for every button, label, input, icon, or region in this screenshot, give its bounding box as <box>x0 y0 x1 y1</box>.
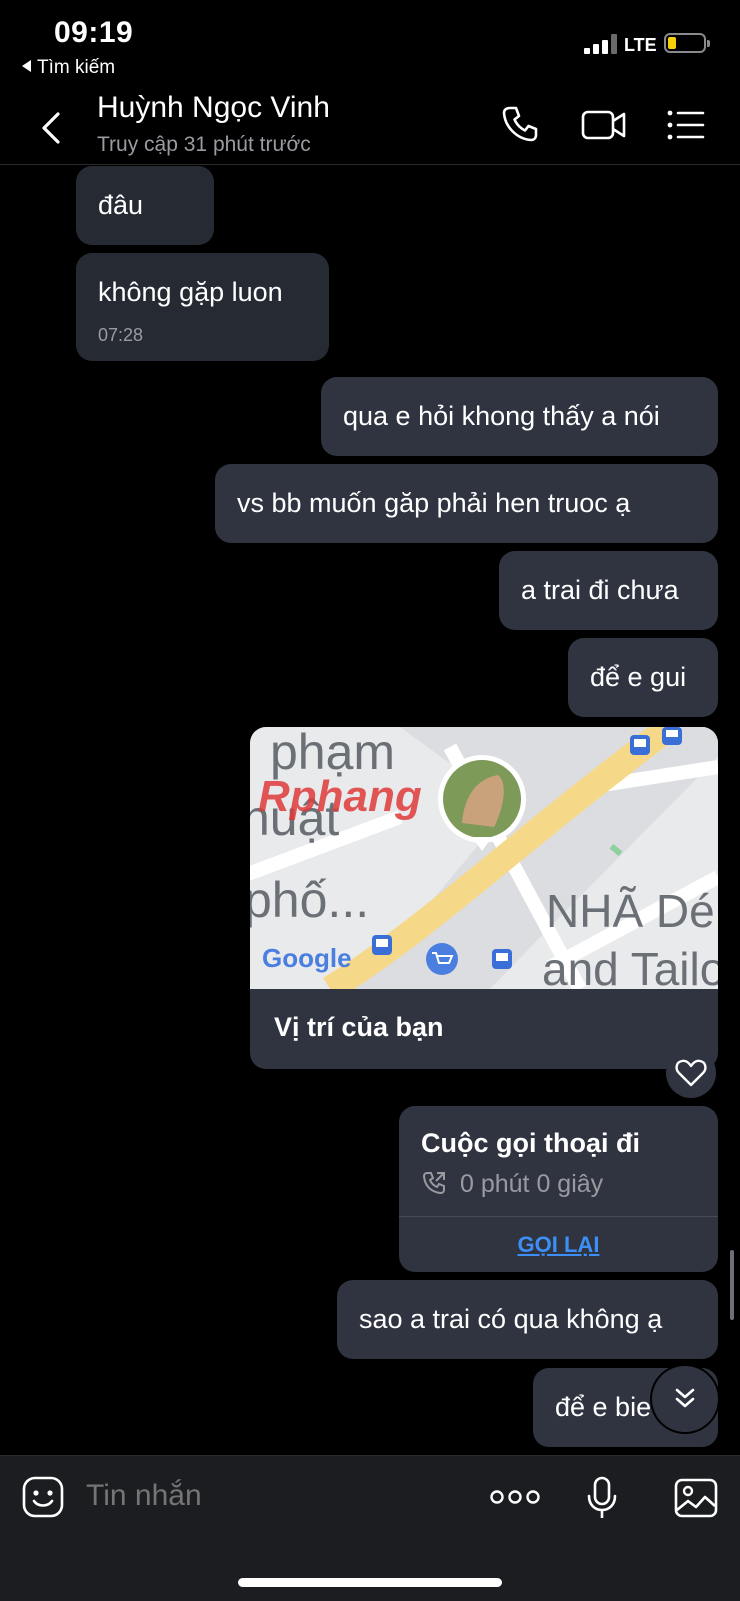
message-text: sao a trai có qua không ạ <box>359 1304 663 1334</box>
message-bubble-outgoing[interactable]: sao a trai có qua không ạ <box>337 1280 718 1359</box>
home-indicator[interactable] <box>238 1578 502 1587</box>
bus-stop-icon <box>372 935 392 955</box>
bus-stop-icon <box>630 735 650 755</box>
outgoing-call-icon <box>422 1172 445 1195</box>
message-bubble-outgoing[interactable]: a trai đi chưa <box>499 551 718 630</box>
map-label: NHÃ Dé <box>546 885 715 937</box>
image-gallery-icon[interactable] <box>674 1478 718 1518</box>
back-to-search-link[interactable]: Tìm kiếm <box>22 57 115 79</box>
divider <box>399 1216 718 1217</box>
message-bubble-outgoing[interactable]: vs bb muốn găp phải hen truoc ạ <box>215 464 718 543</box>
message-text: không gặp luon <box>98 277 283 307</box>
message-input[interactable] <box>84 1478 448 1514</box>
signal-icon <box>584 34 618 54</box>
message-text: a trai đi chưa <box>521 575 679 605</box>
battery-icon <box>664 33 710 53</box>
call-back-link[interactable]: GỌI LẠI <box>399 1232 718 1258</box>
map-label: phố... <box>250 872 369 928</box>
bus-stop-icon <box>662 727 682 745</box>
network-type: LTE <box>624 35 657 55</box>
call-duration: 0 phút 0 giây <box>460 1170 604 1198</box>
last-seen-status: Truy cập 31 phút trước <box>97 133 311 156</box>
message-bubble-incoming[interactable]: đâu <box>76 166 214 245</box>
location-caption: Vị trí của bạn <box>274 1012 444 1042</box>
back-chevron-icon[interactable] <box>38 110 68 146</box>
contact-name[interactable]: Huỳnh Ngọc Vinh <box>97 91 330 125</box>
location-message-card[interactable]: phạm huật phố... NHÃ Dé and Tailo Google… <box>250 727 718 1069</box>
location-map-image[interactable]: phạm huật phố... NHÃ Dé and Tailo Google… <box>250 727 718 989</box>
message-text: vs bb muốn găp phải hen truoc ạ <box>237 488 631 518</box>
double-chevron-down-icon <box>675 1388 695 1408</box>
video-call-icon[interactable] <box>580 106 628 144</box>
heart-icon <box>675 1059 707 1087</box>
scroll-to-bottom-button[interactable] <box>652 1366 718 1432</box>
message-time: 07:28 <box>98 325 144 345</box>
message-text: để e bie <box>555 1392 652 1422</box>
watermark-logo: Rphang <box>258 772 422 821</box>
status-time: 09:19 <box>54 16 134 49</box>
microphone-icon[interactable] <box>586 1476 618 1520</box>
message-text: để e gui <box>590 662 687 692</box>
scrollbar[interactable] <box>730 1250 734 1320</box>
google-logo: Google <box>262 943 352 973</box>
message-text: qua e hỏi khong thấy a nói <box>343 401 660 431</box>
message-bubble-outgoing[interactable]: để e gui <box>568 638 718 717</box>
call-log-card[interactable]: Cuộc gọi thoại đi 0 phút 0 giây GỌI LẠI <box>399 1106 718 1272</box>
react-heart-button[interactable] <box>666 1048 716 1098</box>
call-log-title: Cuộc gọi thoại đi <box>421 1128 640 1158</box>
menu-list-icon[interactable] <box>666 108 706 142</box>
more-options-icon[interactable] <box>490 1489 540 1505</box>
message-bubble-outgoing[interactable]: qua e hỏi khong thấy a nói <box>321 377 718 456</box>
map-label: and Tailo <box>542 943 718 989</box>
phone-icon[interactable] <box>500 104 540 144</box>
message-text: đâu <box>98 190 144 220</box>
message-bubble-incoming[interactable]: không gặp luon 07:28 <box>76 253 329 361</box>
back-triangle-icon <box>22 60 31 72</box>
bus-stop-icon <box>492 949 512 969</box>
shopping-cart-icon <box>426 943 458 975</box>
sticker-emoji-icon[interactable] <box>22 1476 64 1518</box>
chat-header: Huỳnh Ngọc Vinh Truy cập 31 phút trước <box>0 86 740 165</box>
back-to-search-label: Tìm kiếm <box>37 57 116 78</box>
